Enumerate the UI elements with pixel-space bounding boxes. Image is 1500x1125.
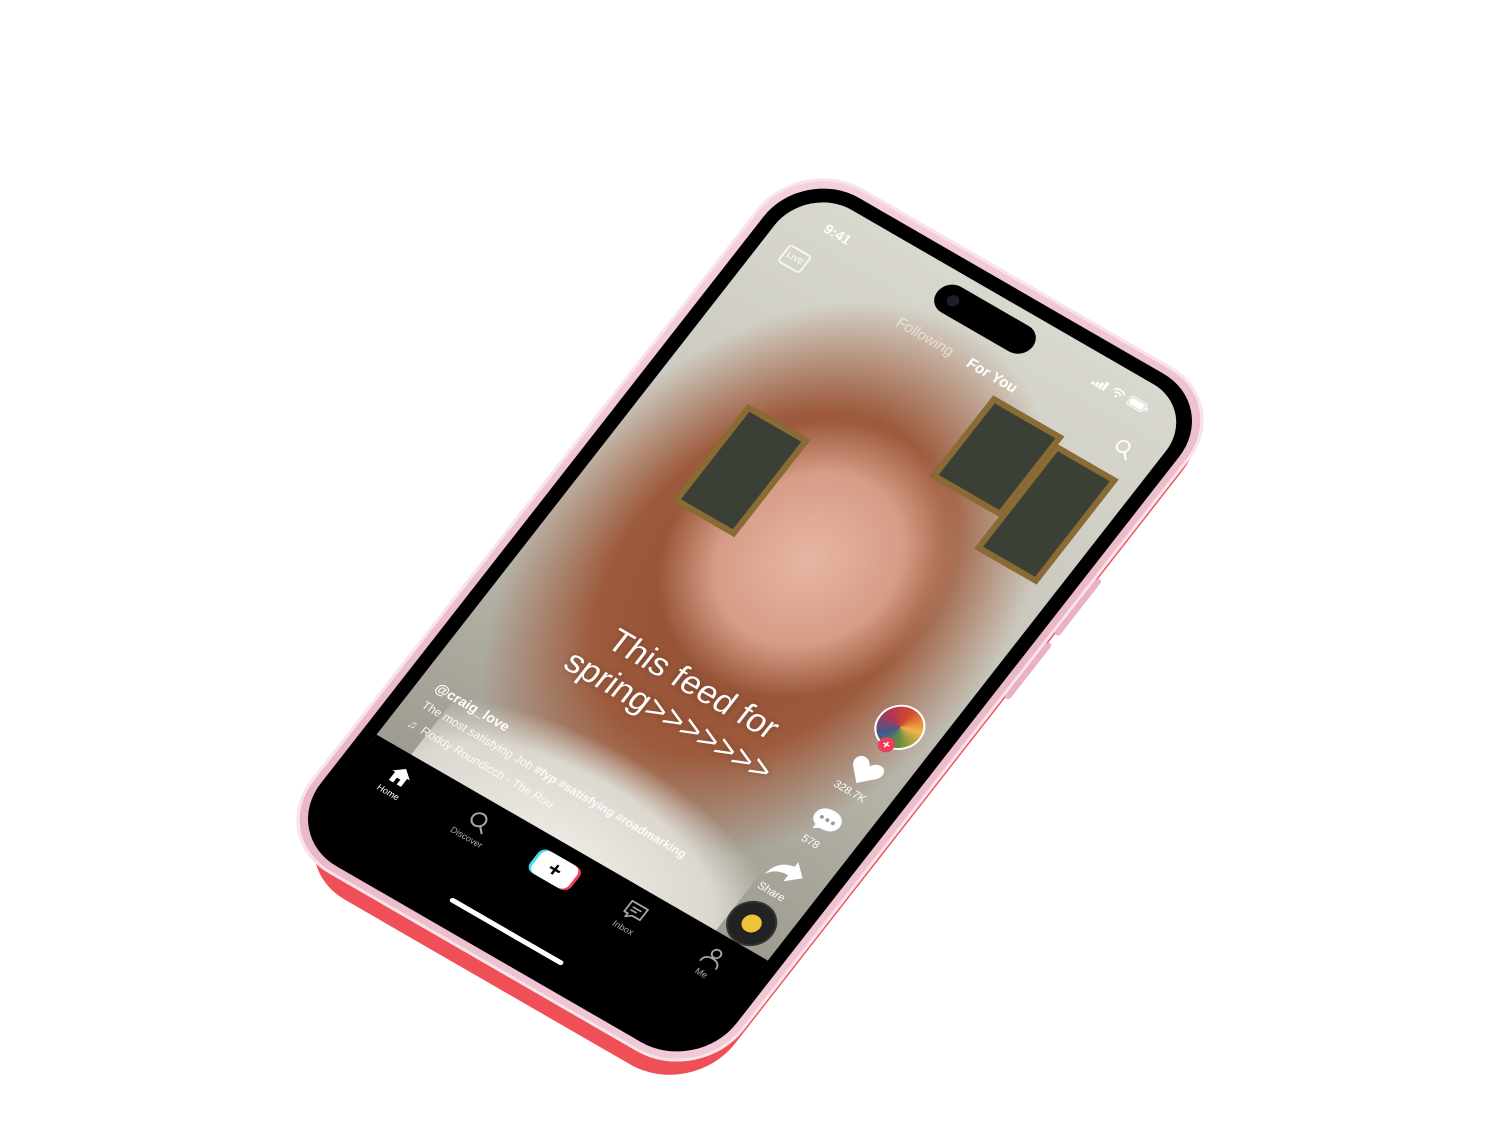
hashtag[interactable]: #fyp	[531, 763, 561, 786]
phone: 9:41 LIVE Following For You This feed fo…	[266, 152, 1234, 1088]
wall-picture-frame	[672, 403, 811, 538]
create-plus-icon: +	[527, 848, 582, 892]
comment-button[interactable]: 578	[791, 799, 853, 856]
nav-inbox[interactable]: Inbox	[594, 887, 669, 946]
nav-me-label: Me	[692, 965, 710, 981]
like-button[interactable]: 328.7K	[830, 749, 892, 806]
camera-icon	[944, 292, 962, 309]
stage: 9:41 LIVE Following For You This feed fo…	[0, 0, 1500, 1125]
nav-home[interactable]: Home	[359, 752, 434, 811]
nav-me[interactable]: Me	[672, 933, 747, 992]
follow-button[interactable]: +	[874, 734, 899, 756]
nav-discover[interactable]: Discover	[437, 797, 512, 856]
